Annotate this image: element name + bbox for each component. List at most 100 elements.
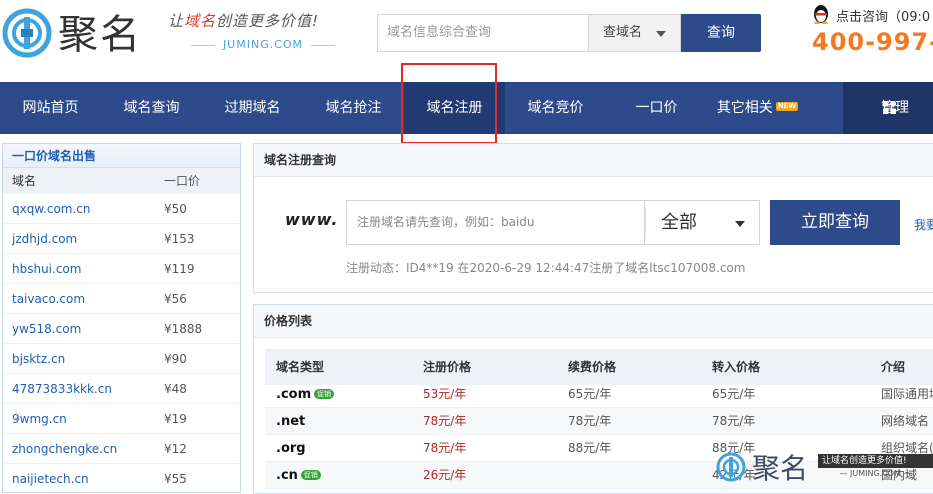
watermark-name: 聚名 [752,452,809,485]
registration-news: 注册动态：ID4**19 在2020-6-29 12:44:47注册了域名lts… [346,261,746,275]
transfer-price: 65元/年 [712,387,756,401]
price-list-title: 价格列表 [254,305,933,338]
domain-price: ¥90 [164,352,187,366]
nav-item-domain-auction[interactable]: 域名竞价 [505,82,606,134]
list-item: hbshui.com ¥119 [3,254,240,284]
search-type-label: 查域名 [603,25,643,40]
domain-price: ¥56 [164,292,187,306]
suffix-type-label: 全部 [661,212,697,233]
slogan: 让域名创造更多价值! [168,10,319,31]
search-button[interactable]: 查询 [681,14,761,52]
sidebar-title: 一口价域名出售 [3,144,240,168]
domain-price: ¥55 [164,472,187,486]
domain-link[interactable]: 47873833kkk.cn [12,374,112,404]
fixed-price-sidebar: 一口价域名出售 域名 一口价 qxqw.com.cn ¥50 jzdhjd.com… [2,143,241,493]
reg-price: 78元/年 [423,414,467,428]
nav-item-other[interactable]: 其它相关 NEW [707,82,808,134]
chevron-down-icon [656,31,666,37]
grid-icon [883,101,896,114]
admin-panel-button[interactable]: 管理 [843,82,933,134]
list-item: jzdhjd.com ¥153 [3,224,240,254]
domain-price: ¥12 [164,442,187,456]
nav-item-expired-domains[interactable]: 过期域名 [202,82,303,134]
domain-register-panel: 域名注册查询 www. 注册域名请先查询，例如：baidu 全部 立即查询 我要… [253,143,933,293]
slogan-highlight: 域名 [184,12,217,30]
renew-price: 65元/年 [568,387,612,401]
list-item: 47873833kkk.cn ¥48 [3,374,240,404]
domain-link[interactable]: zhongchengke.cn [12,434,117,464]
watermark-tagline: 让域名创造更多价值! [818,454,933,468]
domain-link[interactable]: hbshui.com [12,254,81,284]
highlight-annotation-box [401,63,497,144]
list-item: 9wmg.cn ¥19 [3,404,240,434]
side-link[interactable]: 我要 [914,216,933,233]
col-header-type: 域名类型 [276,360,325,374]
list-item: naijietech.cn ¥55 [3,464,240,492]
tld-label: .com [276,387,312,402]
list-item: taivaco.com ¥56 [3,284,240,314]
domain-link[interactable]: bjsktz.cn [12,344,65,374]
domain-link[interactable]: yw518.com [12,314,81,344]
hotline-number: 400-997- [812,28,933,56]
list-item: bjsktz.cn ¥90 [3,344,240,374]
online-consult-link[interactable]: 点击咨询（09:0 [836,6,930,25]
tld-cell: .com 促销 [276,381,335,408]
qq-penguin-icon[interactable] [812,4,830,24]
new-badge: NEW [775,102,799,111]
nav-item-other-label: 其它相关 [716,100,773,116]
domain-price: ¥119 [164,262,195,276]
watermark-url: — JUMING.COM — [839,469,912,478]
slogan-suffix: 创造更多价值! [216,12,320,30]
promo-badge: 促销 [300,470,321,480]
nav-item-domain-query[interactable]: 域名查询 [101,82,202,134]
domain-info-search-input[interactable]: 域名信息综合查询 [377,14,589,52]
col-header-intro: 介绍 [881,360,906,374]
register-panel-title: 域名注册查询 [254,144,933,177]
list-item: zhongchengke.cn ¥12 [3,434,240,464]
domain-link[interactable]: qxqw.com.cn [12,194,91,224]
renew-price: 78元/年 [568,414,612,428]
list-item: yw518.com ¥1888 [3,314,240,344]
col-header-domain: 域名 [12,174,37,188]
intro-text: 网络域名 [881,414,930,428]
intro-text: 国际通用域 [881,387,933,401]
domain-link[interactable]: jzdhjd.com [12,224,77,254]
col-header-reg: 注册价格 [423,360,472,374]
domain-price: ¥1888 [164,322,203,336]
tld-cell: .cn 促销 [276,462,321,489]
col-header-price: 一口价 [164,174,201,188]
tld-cell: .org [276,435,306,462]
domain-price: ¥50 [164,202,187,216]
tld-label: .cn [276,468,298,483]
nav-item-fixed-price[interactable]: 一口价 [606,82,707,134]
search-type-dropdown[interactable]: 查域名 [589,14,681,52]
tld-label: .org [276,441,306,456]
slogan-url: JUMING.COM [172,38,354,51]
logo-text[interactable]: 聚名 [58,2,142,60]
query-now-button[interactable]: 立即查询 [770,200,900,245]
domain-price: ¥48 [164,382,187,396]
col-header-transfer: 转入价格 [712,360,761,374]
www-prefix: www. [285,210,339,229]
reg-price: 78元/年 [423,441,467,455]
sidebar-table-header: 域名 一口价 [3,168,240,194]
tld-cell: .net [276,408,305,435]
nav-item-domain-snapping[interactable]: 域名抢注 [303,82,404,134]
domain-price: ¥19 [164,412,187,426]
table-row: .net 78元/年 78元/年 78元/年 网络域名 [265,408,933,435]
juming-watermark-logo-icon [716,452,746,482]
reg-price: 53元/年 [423,387,467,401]
reg-price: 26元/年 [423,468,467,482]
juming-logo-icon[interactable] [2,8,52,58]
promo-badge: 促销 [314,389,335,399]
nav-item-home[interactable]: 网站首页 [0,82,101,134]
suffix-type-dropdown[interactable]: 全部 [644,200,760,245]
domain-price: ¥153 [164,232,195,246]
renew-price: 88元/年 [568,441,612,455]
domain-link[interactable]: naijietech.cn [12,464,89,492]
domain-link[interactable]: 9wmg.cn [12,404,67,434]
register-domain-input[interactable]: 注册域名请先查询，例如：baidu [346,200,644,245]
domain-link[interactable]: taivaco.com [12,284,85,314]
tld-label: .net [276,414,306,429]
price-table-header: 域名类型 注册价格 续费价格 转入价格 介绍 [265,349,933,385]
